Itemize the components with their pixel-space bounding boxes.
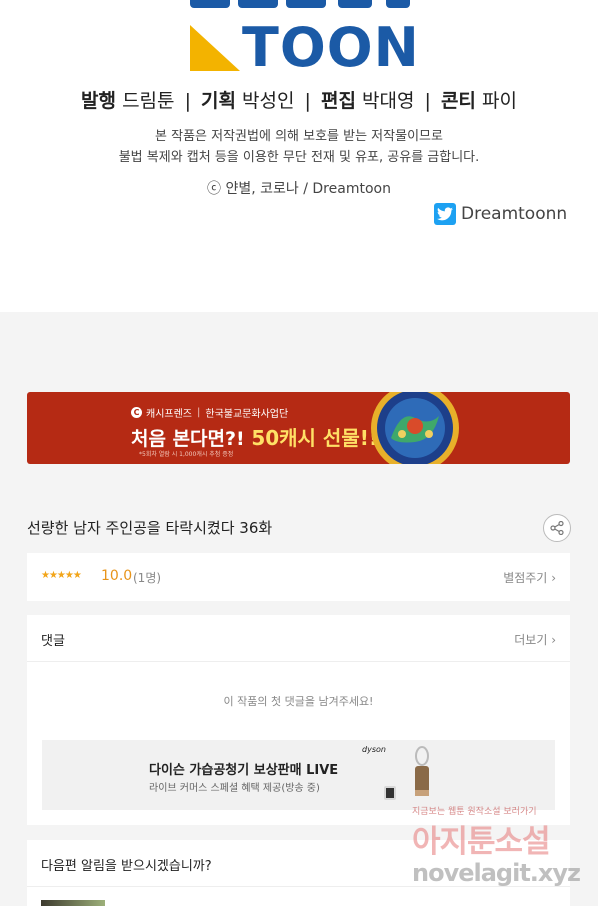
copyright-owner: ⓒ 얀별, 코로나 / Dreamtoon [207, 181, 391, 197]
rating-count: (1명) [133, 571, 162, 585]
copyright-notice-line2: 불법 복제와 캡처 등을 이용한 무단 전재 및 유포, 공유를 금합니다. [118, 150, 480, 165]
twitter-icon [434, 203, 456, 225]
rating-card: ★★★★★ 10.0 (1명) 별점주기 › [27, 553, 570, 601]
comment-card: 댓글 더보기 › 이 작품의 첫 댓글을 남겨주세요! 다이슨 가습공청기 보상… [27, 615, 570, 825]
credit-role: 발행 [81, 90, 117, 112]
promo-banner[interactable]: C 캐시프렌즈 | 한국불교문화사업단 처음 본다면?! 50캐시 선물!! *… [27, 392, 570, 464]
credits-section: TOON 발행 드림툰 | 기획 박성인 | 편집 박대영 | 콘티 파이 본 … [0, 0, 598, 312]
dreamtoon-logo: TOON [190, 20, 420, 76]
rating-stars: ★★★★★ [41, 570, 82, 581]
credit-role: 기획 [201, 90, 236, 112]
logo-triangle-icon [190, 25, 240, 71]
twitter-link[interactable]: Dreamtoonn [434, 203, 567, 225]
chevron-right-icon: › [551, 571, 556, 585]
comment-empty-message: 이 작품의 첫 댓글을 남겨주세요! [223, 695, 374, 708]
dragon-art-icon [371, 392, 459, 464]
banner-brand-right: 한국불교문화사업단 [205, 409, 289, 420]
episode-title: 선량한 남자 주인공을 타락시켰다 36화 [27, 519, 273, 537]
credit-name: 박대영 [362, 90, 415, 112]
dyson-ad[interactable]: 다이슨 가습공청기 보상판매 LIVE 라이브 커머스 스페셜 혜택 제공(방송… [42, 740, 555, 810]
comment-header: 댓글 [41, 634, 65, 649]
logo-text: TOON [242, 16, 420, 79]
ad-title: 다이슨 가습공청기 보상판매 LIVE [149, 763, 339, 778]
rate-button-label: 별점주기 [503, 571, 548, 585]
share-button[interactable] [543, 514, 571, 542]
banner-fine-print: *5회차 열람 시 1,000캐시 추첨 증정 [139, 451, 234, 458]
watermark-main-text: 아지툰소설 [412, 824, 551, 860]
rating-score: 10.0 [101, 568, 133, 584]
ad-subtitle: 라이브 커머스 스페셜 혜택 제공(방송 중) [149, 783, 320, 794]
notify-question: 다음편 알림을 받으시겠습니까? [41, 859, 212, 874]
twitter-handle: Dreamtoonn [461, 204, 568, 224]
watermark-url: novelagit.xyz [412, 859, 581, 887]
credit-name: 드림툰 [122, 90, 175, 112]
staff-credits: 발행 드림툰 | 기획 박성인 | 편집 박대영 | 콘티 파이 [81, 90, 517, 112]
air-purifier-image [384, 746, 429, 800]
share-icon [550, 521, 564, 535]
next-episode-thumbnail[interactable] [41, 900, 105, 906]
banner-headline-highlight: 50캐시 선물!! [251, 426, 378, 450]
credit-name: 박성인 [242, 90, 295, 112]
banner-brand: C 캐시프렌즈 | 한국불교문화사업단 [131, 405, 288, 420]
watermark: 지금보는 웹툰 원작소설 보러가기 아지툰소설 novelagit.xyz [412, 804, 598, 906]
credit-role: 콘티 [440, 90, 476, 112]
banner-brand-left: 캐시프렌즈 [146, 409, 192, 420]
copyright-notice-line1: 본 작품은 저작권법에 의해 보호를 받는 저작물이므로 [155, 129, 443, 144]
banner-headline: 처음 본다면?! 50캐시 선물!! [131, 422, 378, 451]
comment-more-button[interactable]: 더보기 › [514, 631, 556, 648]
credit-name: 파이 [481, 90, 517, 112]
credit-role: 편집 [320, 90, 356, 112]
banner-headline-prefix: 처음 본다면?! [131, 428, 245, 450]
rate-button[interactable]: 별점주기 › [503, 569, 556, 586]
divider [27, 661, 570, 662]
comment-more-label: 더보기 [514, 633, 548, 647]
logo-top-cut [190, 0, 410, 10]
chevron-right-icon: › [551, 633, 556, 647]
cashfriends-icon: C [131, 407, 142, 418]
